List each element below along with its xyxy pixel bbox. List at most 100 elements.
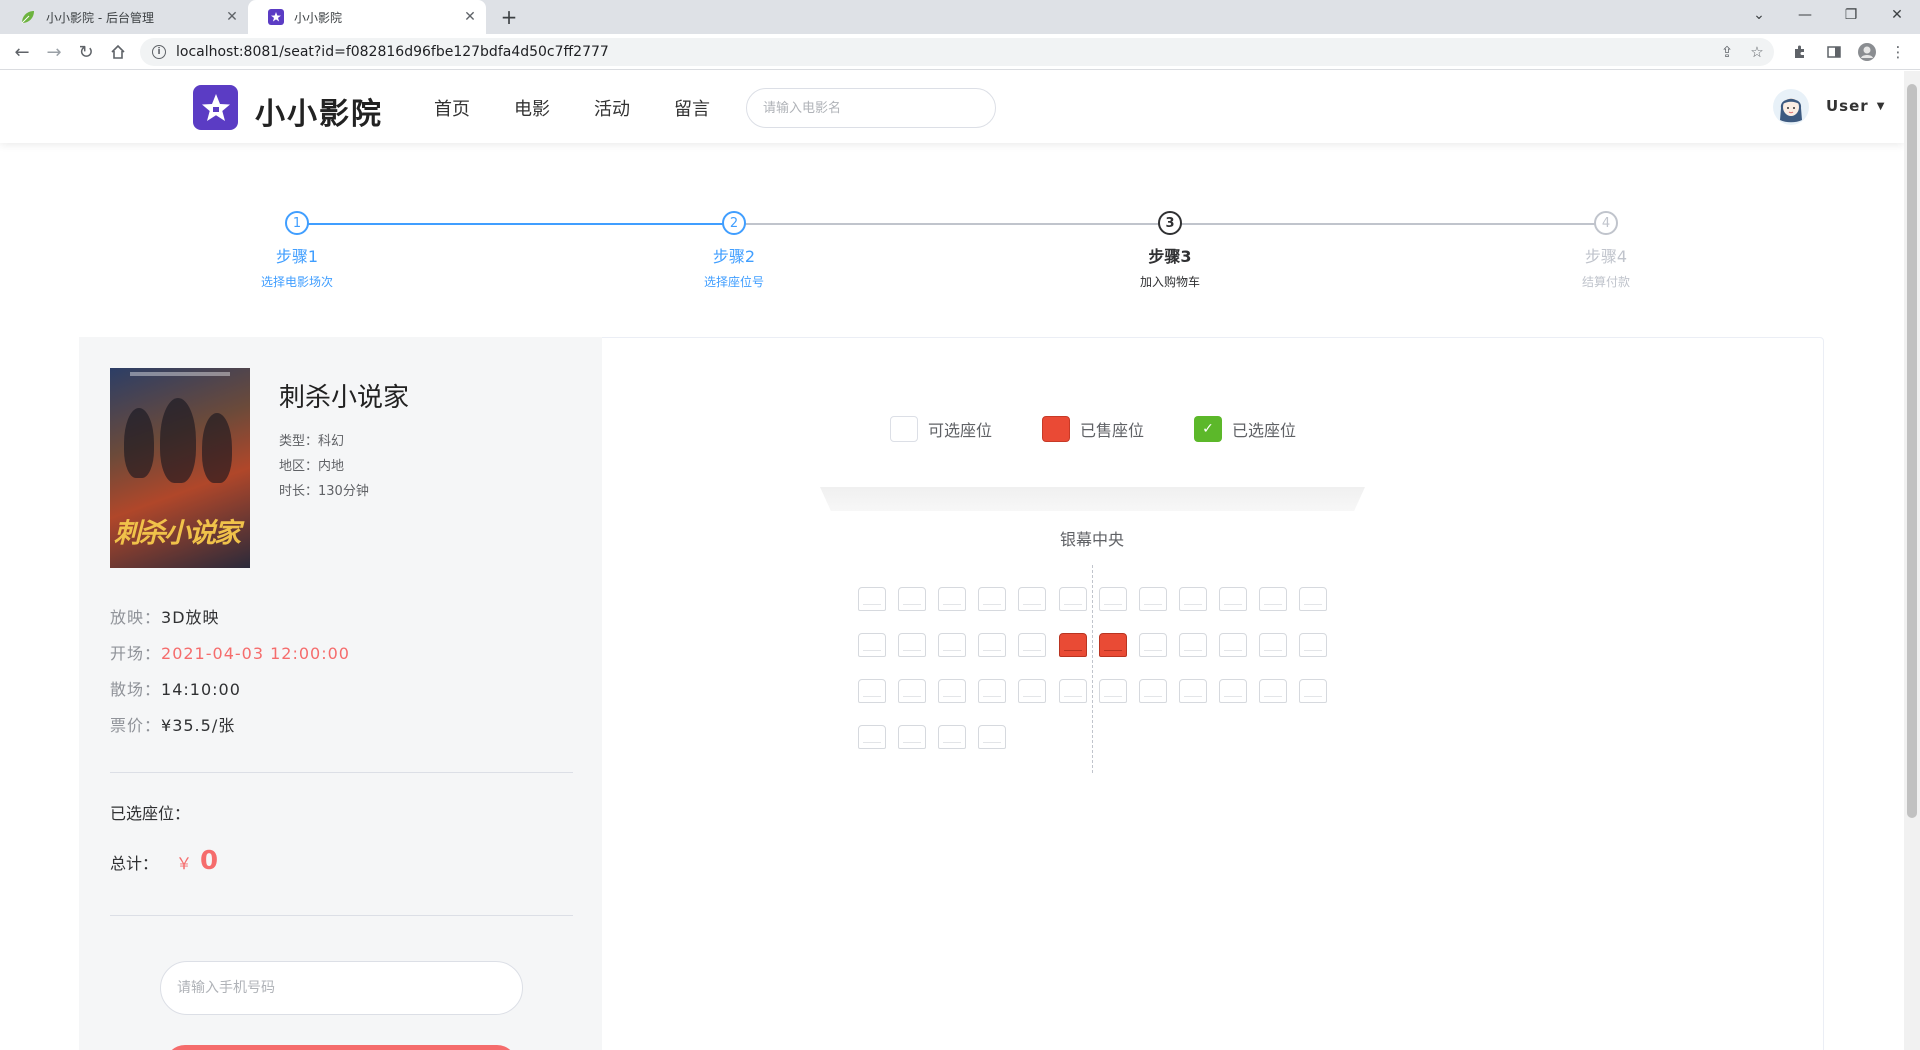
- legend-sold-label: 已售座位: [1080, 421, 1145, 440]
- seat-available[interactable]: [898, 679, 926, 703]
- new-tab-button[interactable]: +: [497, 5, 521, 29]
- user-menu[interactable]: User ▼: [1826, 97, 1885, 115]
- close-icon[interactable]: ✕: [460, 7, 480, 27]
- step-number: 2: [722, 211, 746, 235]
- step-desc: 结算付款: [1581, 275, 1630, 289]
- bookmark-star-icon[interactable]: ☆: [1744, 38, 1770, 66]
- step-title: 步骤3: [1148, 247, 1192, 266]
- seat-available[interactable]: [858, 633, 886, 657]
- site-header: 小小影院 首页 电影 活动 留言 User ▼: [0, 71, 1904, 143]
- step-desc: 加入购物车: [1139, 275, 1200, 289]
- profile-avatar-icon[interactable]: [1855, 40, 1879, 64]
- seat-available[interactable]: [1299, 679, 1327, 703]
- seat-available[interactable]: [1219, 587, 1247, 611]
- seat-available[interactable]: [858, 587, 886, 611]
- seat-available[interactable]: [1059, 679, 1087, 703]
- selected-seat-check-icon: ✓: [1194, 416, 1223, 442]
- scrollbar-thumb[interactable]: [1907, 84, 1917, 818]
- seat-available[interactable]: [978, 587, 1006, 611]
- seat-available[interactable]: [1018, 679, 1046, 703]
- start-time: 开场：2021-04-03 12:00:00: [110, 640, 350, 664]
- currency-symbol: ￥: [176, 854, 193, 873]
- window-close-icon[interactable]: ✕: [1874, 0, 1920, 30]
- seat-available[interactable]: [1099, 587, 1127, 611]
- end-time: 散场：14:10:00: [110, 676, 241, 700]
- seat-available[interactable]: [1259, 679, 1287, 703]
- restore-icon[interactable]: ❐: [1828, 0, 1874, 30]
- format-value: 3D放映: [161, 608, 220, 627]
- page-viewport: 小小影院 首页 电影 活动 留言 User ▼ 1 步骤1 选择电影场次 2 步…: [0, 71, 1904, 1050]
- seat-available[interactable]: [978, 725, 1006, 749]
- movie-poster: 刺杀小说家: [110, 368, 250, 568]
- info-icon[interactable]: i: [152, 45, 166, 59]
- browser-tab-admin[interactable]: 小小影院 - 后台管理 ✕: [0, 0, 248, 34]
- seat-available[interactable]: [1299, 633, 1327, 657]
- seat-available[interactable]: [898, 587, 926, 611]
- step-number: 3: [1158, 211, 1182, 235]
- nav-events[interactable]: 活动: [594, 95, 630, 121]
- seat-available[interactable]: [1018, 633, 1046, 657]
- end-label: 散场：: [110, 680, 162, 699]
- step-1: 1 步骤1 选择电影场次: [217, 211, 377, 290]
- url-field[interactable]: i localhost:8081/seat?id=f082816d96fbe12…: [140, 38, 1774, 66]
- logo-star-icon[interactable]: [193, 85, 238, 130]
- seat-available[interactable]: [1059, 587, 1087, 611]
- user-avatar[interactable]: [1773, 89, 1809, 125]
- seat-available[interactable]: [898, 725, 926, 749]
- share-icon[interactable]: ⇪: [1714, 38, 1740, 66]
- nav-home[interactable]: 首页: [434, 95, 470, 121]
- seat-available[interactable]: [1179, 587, 1207, 611]
- seat-available[interactable]: [1219, 679, 1247, 703]
- seat-available[interactable]: [1099, 679, 1127, 703]
- forward-icon[interactable]: →: [42, 40, 66, 64]
- seat-available[interactable]: [1179, 679, 1207, 703]
- url-text: localhost:8081/seat?id=f082816d96fbe127b…: [176, 44, 609, 60]
- seat-available[interactable]: [1259, 633, 1287, 657]
- seat-available[interactable]: [1139, 633, 1167, 657]
- seat-available[interactable]: [1259, 587, 1287, 611]
- legend-available: 可选座位: [890, 416, 992, 442]
- seat-available[interactable]: [1219, 633, 1247, 657]
- step-number: 4: [1594, 211, 1618, 235]
- movie-search-input[interactable]: [746, 88, 996, 128]
- seat-available[interactable]: [938, 587, 966, 611]
- cinema-screen: [820, 487, 1365, 511]
- step-number: 1: [285, 211, 309, 235]
- add-to-cart-button[interactable]: [165, 1045, 517, 1050]
- close-icon[interactable]: ✕: [222, 7, 242, 27]
- seat-available[interactable]: [898, 633, 926, 657]
- browser-menu-icon[interactable]: ⋮: [1886, 40, 1910, 64]
- seat-available[interactable]: [1139, 679, 1167, 703]
- seat-available[interactable]: [938, 725, 966, 749]
- seat-available[interactable]: [1299, 587, 1327, 611]
- seat-available[interactable]: [938, 633, 966, 657]
- seat-available[interactable]: [858, 725, 886, 749]
- nav-messages[interactable]: 留言: [674, 95, 710, 121]
- browser-tab-cinema[interactable]: 小小影院 ✕: [248, 0, 486, 34]
- minimize-icon[interactable]: —: [1782, 0, 1828, 30]
- nav-movies[interactable]: 电影: [514, 95, 550, 121]
- movie-duration: 时长：130分钟: [279, 484, 369, 499]
- side-panel-icon[interactable]: [1822, 40, 1846, 64]
- format-label: 放映：: [110, 608, 162, 627]
- tab-search-icon[interactable]: ⌄: [1736, 0, 1782, 30]
- home-icon[interactable]: [106, 40, 130, 64]
- seat-available[interactable]: [978, 633, 1006, 657]
- seat-available[interactable]: [938, 679, 966, 703]
- seat-available[interactable]: [1018, 587, 1046, 611]
- seat-available[interactable]: [1179, 633, 1207, 657]
- seat-available[interactable]: [978, 679, 1006, 703]
- step-title: 步骤4: [1584, 247, 1628, 266]
- extensions-icon[interactable]: [1788, 40, 1812, 64]
- step-3: 3 步骤3 加入购物车: [1090, 211, 1250, 290]
- caret-down-icon: ▼: [1876, 100, 1886, 112]
- seat-available[interactable]: [1139, 587, 1167, 611]
- user-label: User: [1826, 97, 1869, 115]
- seat-available[interactable]: [858, 679, 886, 703]
- phone-input[interactable]: [160, 961, 523, 1015]
- reload-icon[interactable]: ↻: [74, 40, 98, 64]
- back-icon[interactable]: ←: [10, 40, 34, 64]
- end-value: 14:10:00: [161, 680, 241, 699]
- start-label: 开场：: [110, 644, 162, 663]
- logo-text[interactable]: 小小影院: [255, 89, 383, 133]
